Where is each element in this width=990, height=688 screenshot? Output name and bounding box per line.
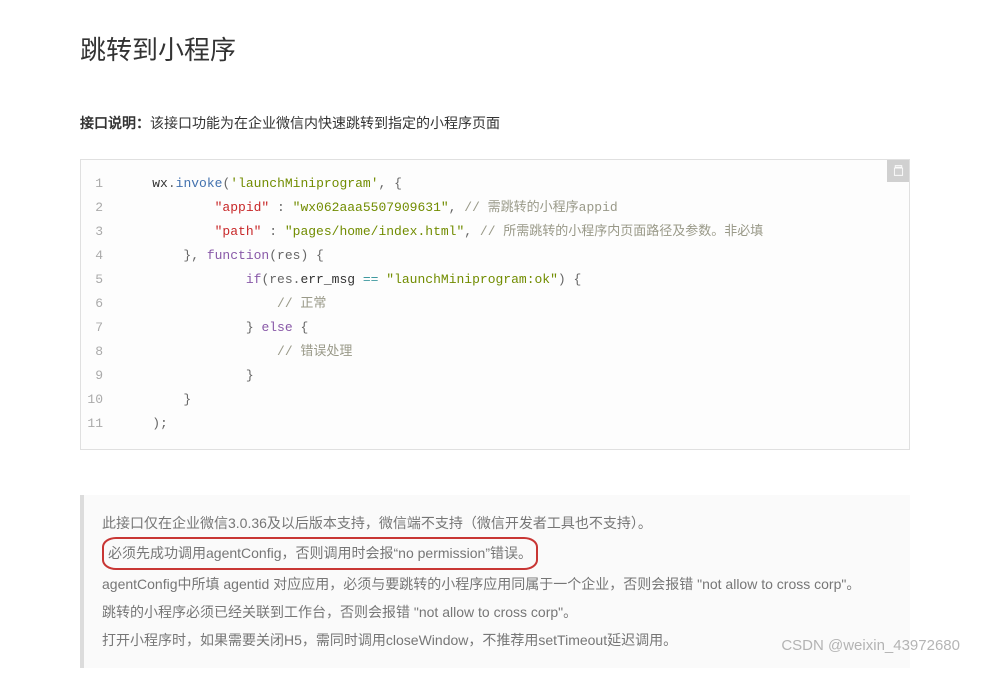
- code-line: 9 }: [81, 364, 909, 388]
- code-line: 11 );: [81, 412, 909, 436]
- copy-icon[interactable]: [887, 160, 909, 182]
- code-line: 4 }, function(res) {: [81, 244, 909, 268]
- code-line: 8 // 错误处理: [81, 340, 909, 364]
- code-line: 2 "appid" : "wx062aaa5507909631", // 需跳转…: [81, 196, 909, 220]
- code-line: 3 "path" : "pages/home/index.html", // 所…: [81, 220, 909, 244]
- code-line: 7 } else {: [81, 316, 909, 340]
- intro-text: 该接口功能为在企业微信内快速跳转到指定的小程序页面: [150, 115, 500, 131]
- highlighted-text: 必须先成功调用agentConfig，否则调用时会报“no permission…: [102, 537, 538, 570]
- intro-line: 接口说明：该接口功能为在企业微信内快速跳转到指定的小程序页面: [80, 112, 910, 134]
- code-line: 10 }: [81, 388, 909, 412]
- note-line: agentConfig中所填 agentid 对应应用，必须与要跳转的小程序应用…: [102, 570, 892, 598]
- note-line: 此接口仅在企业微信3.0.36及以后版本支持，微信端不支持（微信开发者工具也不支…: [102, 509, 892, 537]
- code-block: 1 wx.invoke('launchMiniprogram', { 2 "ap…: [80, 159, 910, 450]
- note-block: 此接口仅在企业微信3.0.36及以后版本支持，微信端不支持（微信开发者工具也不支…: [80, 495, 910, 668]
- note-line: 打开小程序时，如果需要关闭H5，需同时调用closeWindow，不推荐用set…: [102, 626, 892, 654]
- note-line: 跳转的小程序必须已经关联到工作台，否则会报错 "not allow to cro…: [102, 598, 892, 626]
- code-line: 5 if(res.err_msg == "launchMiniprogram:o…: [81, 268, 909, 292]
- code-line: 1 wx.invoke('launchMiniprogram', {: [81, 172, 909, 196]
- note-line-highlighted: 必须先成功调用agentConfig，否则调用时会报“no permission…: [102, 537, 892, 570]
- code-line: 6 // 正常: [81, 292, 909, 316]
- page-title: 跳转到小程序: [80, 30, 910, 72]
- intro-label: 接口说明：: [80, 115, 150, 131]
